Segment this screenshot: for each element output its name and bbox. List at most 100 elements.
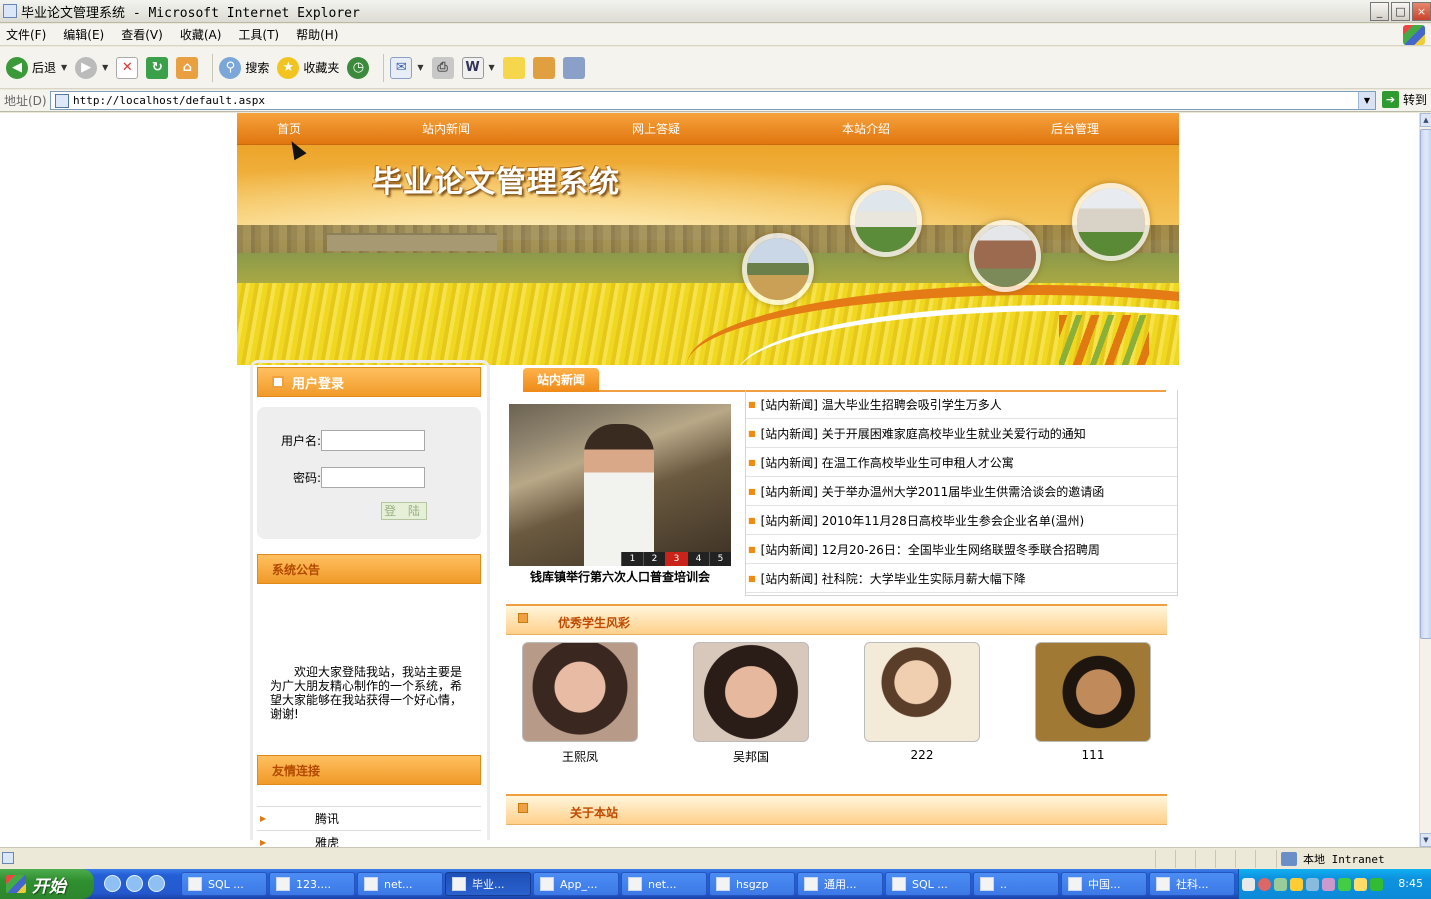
task-button[interactable]: hsgzp xyxy=(709,872,795,896)
app-tray-icon[interactable] xyxy=(1322,877,1335,891)
news-item[interactable]: ■ [站内新闻] 关于开展困难家庭高校毕业生就业关爱行动的通知 xyxy=(746,419,1177,448)
news-item[interactable]: ■ [站内新闻] 2010年11月28日高校毕业生参会企业名单(温州) xyxy=(746,506,1177,535)
menu-file[interactable]: 文件(F) xyxy=(6,26,46,43)
login-button[interactable]: 登 陆 xyxy=(381,502,427,520)
menu-view[interactable]: 查看(V) xyxy=(121,26,163,43)
refresh-tray-icon[interactable] xyxy=(1338,877,1351,891)
minimize-button[interactable]: _ xyxy=(1370,2,1389,21)
task-button[interactable]: net... xyxy=(357,872,443,896)
notes-button[interactable] xyxy=(502,53,525,83)
task-button[interactable]: 中国... xyxy=(1061,872,1147,896)
photo-caption[interactable]: 钱库镇举行第六次人口普查培训会 xyxy=(509,568,731,585)
news-item-title[interactable]: [站内新闻] 2010年11月28日高校毕业生参会企业名单(温州) xyxy=(761,512,1085,529)
address-input[interactable]: http://localhost/default.aspx ▼ xyxy=(50,91,1376,110)
address-url[interactable]: http://localhost/default.aspx xyxy=(73,94,265,107)
student-card[interactable]: 111 xyxy=(1035,642,1151,762)
student-card[interactable]: 吴邦国 xyxy=(693,642,809,765)
photo-page-4[interactable]: 4 xyxy=(687,552,709,566)
news-item-title[interactable]: [站内新闻] 12月20-26日：全国毕业生网络联盟冬季联合招聘周 xyxy=(761,541,1100,558)
scroll-thumb[interactable] xyxy=(1420,129,1431,639)
research-button[interactable] xyxy=(532,53,555,83)
photo-page-2[interactable]: 2 xyxy=(643,552,665,566)
monitor-icon[interactable] xyxy=(1306,877,1319,891)
news-item-title[interactable]: [站内新闻] 关于举办温州大学2011届毕业生供需洽谈会的邀请函 xyxy=(761,483,1105,500)
edit-button[interactable]: W ▼ xyxy=(461,53,495,83)
mail-button[interactable]: ✉ ▼ xyxy=(390,53,424,83)
nav-qa[interactable]: 网上答疑 xyxy=(551,120,761,137)
photo-page-1[interactable]: 1 xyxy=(621,552,643,566)
menu-tools[interactable]: 工具(T) xyxy=(238,26,279,43)
back-button[interactable]: ◀ 后退 ▼ xyxy=(6,53,67,83)
news-item-title[interactable]: [站内新闻] 关于开展困难家庭高校毕业生就业关爱行动的通知 xyxy=(761,425,1086,442)
friend-link[interactable]: ▶ 雅虎 xyxy=(257,830,481,847)
student-photo[interactable] xyxy=(864,642,980,742)
student-card[interactable]: 222 xyxy=(864,642,980,762)
favorites-button[interactable]: ★ 收藏夹 xyxy=(277,53,339,83)
scroll-down-icon[interactable]: ▼ xyxy=(1420,833,1431,847)
task-button[interactable]: 通用... xyxy=(797,872,883,896)
student-photo[interactable] xyxy=(1035,642,1151,742)
maximize-button[interactable]: □ xyxy=(1391,2,1410,21)
forward-dropdown-icon[interactable]: ▼ xyxy=(102,63,108,72)
qq-icon[interactable] xyxy=(1290,877,1303,891)
password-input[interactable] xyxy=(321,467,425,488)
photo-page-5[interactable]: 5 xyxy=(709,552,731,566)
news-item-title[interactable]: [站内新闻] 温大毕业生招聘会吸引学生万多人 xyxy=(761,396,1002,413)
refresh-button[interactable]: ↻ xyxy=(146,53,169,83)
news-item[interactable]: ■ [站内新闻] 12月20-26日：全国毕业生网络联盟冬季联合招聘周 xyxy=(746,535,1177,564)
close-button[interactable]: × xyxy=(1412,2,1431,21)
nav-news[interactable]: 站内新闻 xyxy=(341,120,551,137)
task-button[interactable]: 毕业... xyxy=(445,872,531,896)
ie-quicklaunch-icon[interactable] xyxy=(104,875,121,892)
task-button[interactable]: App_... xyxy=(533,872,619,896)
task-button[interactable]: .. xyxy=(973,872,1059,896)
task-button[interactable]: net... xyxy=(621,872,707,896)
news-item-title[interactable]: [站内新闻] 在温工作高校毕业生可申租人才公寓 xyxy=(761,454,1014,471)
network-icon[interactable] xyxy=(1274,877,1287,891)
go-button[interactable]: ➔ 转到 xyxy=(1382,91,1427,108)
task-button[interactable]: 社科... xyxy=(1149,872,1235,896)
shield-icon[interactable] xyxy=(1370,877,1383,891)
address-dropdown-icon[interactable]: ▼ xyxy=(1358,92,1375,109)
keyboard-icon[interactable] xyxy=(1242,877,1255,891)
forward-button[interactable]: ▶ ▼ xyxy=(75,53,108,83)
friend-link-label[interactable]: 雅虎 xyxy=(315,834,339,847)
news-item[interactable]: ■ [站内新闻] 关于举办温州大学2011届毕业生供需洽谈会的邀请函 xyxy=(746,477,1177,506)
task-button[interactable]: SQL ... xyxy=(885,872,971,896)
search-button[interactable]: ⚲ 搜索 xyxy=(219,53,269,83)
tab-news[interactable]: 站内新闻 xyxy=(523,368,599,392)
collapse-tray-icon[interactable] xyxy=(1258,877,1271,891)
nav-home[interactable]: 首页 xyxy=(237,120,341,137)
student-photo[interactable] xyxy=(693,642,809,742)
start-button[interactable]: 开始 xyxy=(0,869,94,899)
student-card[interactable]: 王熙凤 xyxy=(522,642,638,765)
news-item[interactable]: ■ [站内新闻] 温大毕业生招聘会吸引学生万多人 xyxy=(746,390,1177,419)
news-photo[interactable]: 1 2 3 4 5 xyxy=(509,404,731,566)
news-item[interactable]: ■ [站内新闻] 在温工作高校毕业生可申租人才公寓 xyxy=(746,448,1177,477)
edit-dropdown-icon[interactable]: ▼ xyxy=(489,63,495,72)
browser-quicklaunch-icon[interactable] xyxy=(126,875,143,892)
app-quicklaunch-icon[interactable] xyxy=(148,875,165,892)
menu-help[interactable]: 帮助(H) xyxy=(296,26,338,43)
news-item-title[interactable]: [站内新闻] 社科院：大学毕业生实际月薪大幅下降 xyxy=(761,570,1026,587)
history-button[interactable]: ◷ xyxy=(347,53,370,83)
task-button[interactable]: SQL ... xyxy=(181,872,267,896)
clock[interactable]: 8:45 xyxy=(1398,877,1423,890)
stop-button[interactable]: ✕ xyxy=(116,53,139,83)
student-photo[interactable] xyxy=(522,642,638,742)
back-dropdown-icon[interactable]: ▼ xyxy=(61,63,67,72)
username-input[interactable] xyxy=(321,430,425,451)
photo-page-3[interactable]: 3 xyxy=(665,552,687,566)
nav-about[interactable]: 本站介绍 xyxy=(761,120,971,137)
scroll-up-icon[interactable]: ▲ xyxy=(1420,113,1431,127)
home-button[interactable]: ⌂ xyxy=(176,53,199,83)
friend-link[interactable]: ▶ 腾讯 xyxy=(257,806,481,830)
menu-favorites[interactable]: 收藏(A) xyxy=(180,26,222,43)
mail-dropdown-icon[interactable]: ▼ xyxy=(417,63,423,72)
task-button[interactable]: 123.... xyxy=(269,872,355,896)
vertical-scrollbar[interactable]: ▲ ▼ xyxy=(1419,113,1431,847)
friend-link-label[interactable]: 腾讯 xyxy=(315,810,339,827)
messenger-button[interactable] xyxy=(562,53,585,83)
nav-admin[interactable]: 后台管理 xyxy=(971,120,1179,137)
print-button[interactable]: ⎙ xyxy=(431,53,454,83)
